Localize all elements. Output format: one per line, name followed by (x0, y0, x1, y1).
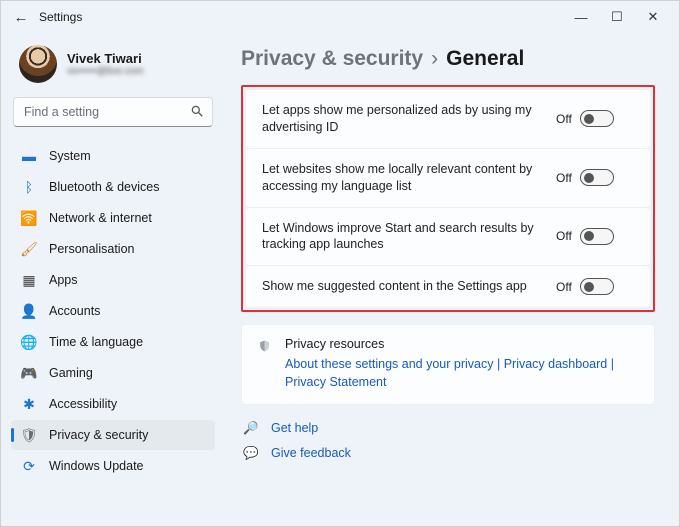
user-name: Vivek Tiwari (67, 51, 144, 66)
time-language-icon: 🌐 (21, 334, 37, 350)
maximize-button[interactable]: ☐ (599, 9, 635, 25)
nav-personalisation[interactable]: 🖌 Personalisation (11, 234, 215, 264)
nav-label: Windows Update (49, 459, 144, 473)
setting-desc: Let websites show me locally relevant co… (262, 161, 542, 195)
title-bar: ← Settings — ☐ ✕ (1, 1, 679, 33)
nav-label: Apps (49, 273, 78, 287)
avatar (19, 45, 57, 83)
link-privacy-dashboard[interactable]: Privacy dashboard (504, 357, 608, 371)
toggle-state: Off (556, 229, 572, 243)
setting-ads: Let apps show me personalized ads by usi… (245, 89, 651, 149)
setting-language-list: Let websites show me locally relevant co… (245, 149, 651, 208)
get-help-link[interactable]: 🔎 Get help (243, 421, 655, 436)
breadcrumb: Privacy & security › General (241, 47, 655, 71)
toggle-state: Off (556, 112, 572, 126)
give-feedback-link[interactable]: 💬 Give feedback (243, 446, 655, 461)
user-email: viv•••••@live.com (67, 66, 144, 77)
content-pane: Privacy & security › General Let apps sh… (219, 33, 679, 526)
setting-desc: Show me suggested content in the Setting… (262, 278, 542, 295)
breadcrumb-parent[interactable]: Privacy & security (241, 47, 423, 71)
search-input[interactable] (13, 97, 213, 127)
nav-label: Time & language (49, 335, 143, 349)
accessibility-icon: ✱ (21, 396, 37, 412)
nav-apps[interactable]: ▦ Apps (11, 265, 215, 295)
toggle-suggested-content[interactable] (580, 278, 614, 295)
window-title: Settings (39, 10, 82, 24)
resources-title: Privacy resources (285, 337, 638, 351)
setting-desc: Let apps show me personalized ads by usi… (262, 102, 542, 136)
shield-icon (258, 337, 271, 355)
nav-system[interactable]: ▬ System (11, 141, 215, 171)
network-icon: 🛜 (21, 210, 37, 226)
sidebar: Vivek Tiwari viv•••••@live.com ▬ System ᛒ… (1, 33, 219, 526)
resources-links: About these settings and your privacy | … (285, 355, 638, 391)
nav-label: Personalisation (49, 242, 134, 256)
profile-block[interactable]: Vivek Tiwari viv•••••@live.com (11, 37, 215, 95)
personalisation-icon: 🖌 (21, 241, 37, 257)
feedback-icon: 💬 (243, 446, 259, 461)
nav-network[interactable]: 🛜 Network & internet (11, 203, 215, 233)
footer-links: 🔎 Get help 💬 Give feedback (241, 421, 655, 461)
nav-windows-update[interactable]: ⟳ Windows Update (11, 451, 215, 481)
nav-bluetooth[interactable]: ᛒ Bluetooth & devices (11, 172, 215, 202)
nav-accounts[interactable]: 👤 Accounts (11, 296, 215, 326)
help-icon: 🔎 (243, 421, 259, 436)
nav-label: Bluetooth & devices (49, 180, 160, 194)
nav-label: Accessibility (49, 397, 117, 411)
link-about-settings[interactable]: About these settings and your privacy (285, 357, 493, 371)
setting-app-launches: Let Windows improve Start and search res… (245, 208, 651, 267)
highlighted-settings-panel: Let apps show me personalized ads by usi… (241, 85, 655, 312)
setting-desc: Let Windows improve Start and search res… (262, 220, 542, 254)
breadcrumb-current: General (446, 47, 524, 71)
toggle-language-list[interactable] (580, 169, 614, 186)
nav-label: System (49, 149, 91, 163)
privacy-icon: 🛡 (21, 427, 37, 443)
link-label: Get help (271, 421, 318, 435)
apps-icon: ▦ (21, 272, 37, 288)
chevron-right-icon: › (431, 47, 438, 71)
setting-suggested-content: Show me suggested content in the Setting… (245, 266, 651, 308)
search-icon (190, 104, 204, 118)
link-privacy-statement[interactable]: Privacy Statement (285, 375, 386, 389)
nav-accessibility[interactable]: ✱ Accessibility (11, 389, 215, 419)
nav-label: Privacy & security (49, 428, 148, 442)
back-button[interactable]: ← (9, 9, 33, 26)
toggle-app-launches[interactable] (580, 228, 614, 245)
gaming-icon: 🎮 (21, 365, 37, 381)
link-label: Give feedback (271, 446, 351, 460)
nav-privacy-security[interactable]: 🛡 Privacy & security (11, 420, 215, 450)
update-icon: ⟳ (21, 458, 37, 474)
nav-list: ▬ System ᛒ Bluetooth & devices 🛜 Network & … (11, 141, 215, 481)
nav-time-language[interactable]: 🌐 Time & language (11, 327, 215, 357)
toggle-state: Off (556, 171, 572, 185)
bluetooth-icon: ᛒ (21, 179, 37, 195)
accounts-icon: 👤 (21, 303, 37, 319)
close-button[interactable]: ✕ (635, 9, 671, 25)
toggle-ads[interactable] (580, 110, 614, 127)
minimize-button[interactable]: — (563, 10, 599, 25)
nav-label: Gaming (49, 366, 93, 380)
nav-label: Accounts (49, 304, 100, 318)
nav-gaming[interactable]: 🎮 Gaming (11, 358, 215, 388)
privacy-resources-card: Privacy resources About these settings a… (241, 324, 655, 404)
nav-label: Network & internet (49, 211, 152, 225)
system-icon: ▬ (21, 148, 37, 164)
toggle-state: Off (556, 280, 572, 294)
